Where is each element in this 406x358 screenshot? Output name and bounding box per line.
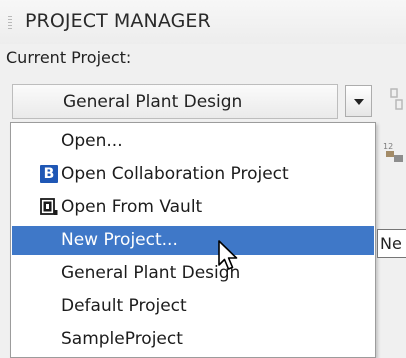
menu-item-sampleproject[interactable]: SampleProject: [12, 325, 374, 354]
mouse-cursor-icon: [218, 240, 238, 270]
project-dropdown-list: Open... B Open Collaboration Project Ope…: [10, 122, 376, 358]
drag-grip-icon[interactable]: [8, 16, 12, 31]
menu-item-open[interactable]: Open...: [12, 127, 374, 156]
menu-item-new-project[interactable]: New Project...: [12, 226, 374, 255]
menu-item-general-plant-design[interactable]: General Plant Design: [12, 259, 374, 288]
panel-title: PROJECT MANAGER: [25, 10, 211, 32]
menu-item-open-collaboration-project[interactable]: B Open Collaboration Project: [12, 160, 374, 189]
toolbar-tool-icon[interactable]: [387, 86, 406, 114]
combo-selected-value: General Plant Design: [63, 92, 243, 112]
combo-dropdown-button[interactable]: [345, 85, 372, 117]
project-tree-icon[interactable]: 12: [382, 140, 406, 166]
panel-header: PROJECT MANAGER: [0, 0, 406, 44]
chevron-down-icon: [354, 99, 364, 105]
menu-item-default-project[interactable]: Default Project: [12, 292, 374, 321]
tooltip-text: Ne: [380, 234, 402, 253]
current-project-label: Current Project:: [6, 48, 132, 67]
collaboration-b-icon: B: [40, 165, 58, 183]
tooltip: Ne: [377, 229, 406, 258]
menu-item-open-from-vault[interactable]: Open From Vault: [12, 193, 374, 222]
svg-text:12: 12: [383, 142, 393, 151]
current-project-combobox[interactable]: General Plant Design: [12, 84, 338, 119]
vault-icon: [40, 198, 58, 215]
